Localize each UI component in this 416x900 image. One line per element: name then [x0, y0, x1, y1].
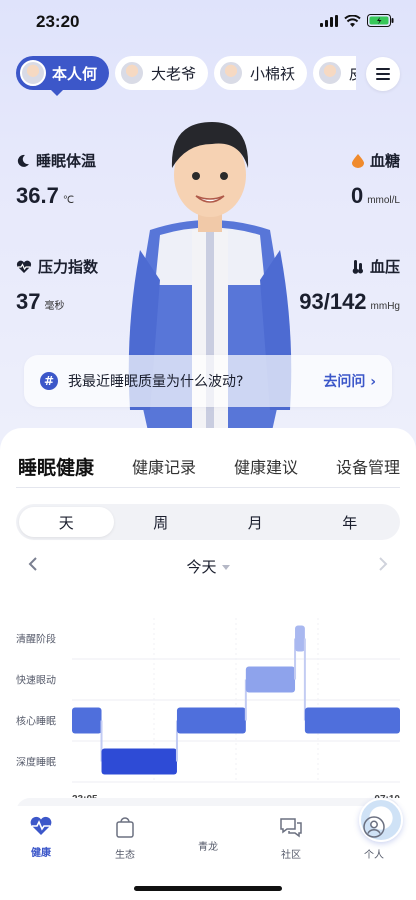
tab-sleep-health[interactable]: 睡眠健康: [18, 453, 94, 480]
section-tabs: 睡眠健康 健康记录 健康建议 设备管理: [18, 446, 400, 486]
stage-label: 清醒阶段: [16, 633, 56, 646]
chevron-right-icon[interactable]: [378, 556, 388, 572]
stage-label: 深度睡眠: [16, 756, 56, 769]
nav-health[interactable]: 健康: [6, 816, 76, 859]
metric-label: 血压: [369, 258, 400, 276]
nav-label: 青龙: [198, 842, 218, 853]
nav-profile[interactable]: 个人: [339, 816, 409, 861]
metric-label: 血糖: [369, 152, 400, 170]
date-dropdown[interactable]: 今天: [16, 556, 400, 577]
period-selector: 天 周 月 年: [16, 504, 400, 540]
member-name: 皮夹: [349, 63, 356, 84]
signal-icon: [320, 14, 338, 27]
member-name: 大老爷: [151, 64, 197, 83]
metric-blood-pressure[interactable]: 血压 93/142 mmHg: [299, 256, 400, 315]
nav-ecosystem[interactable]: 生态: [90, 816, 160, 861]
tabs-divider: [16, 487, 400, 488]
avatar: [119, 60, 146, 86]
avatar: [20, 60, 46, 86]
home-indicator: [134, 886, 282, 891]
stage-label: 快速眼动: [16, 675, 56, 687]
metric-value: 93/142: [299, 289, 367, 314]
nav-label: 健康: [31, 848, 51, 859]
thermometer-icon: [352, 259, 363, 274]
member-name: 小棉袄: [250, 64, 296, 83]
drop-icon: [351, 153, 364, 168]
member-switcher: 本人何 大老爷 小棉袄 皮夹: [16, 56, 356, 92]
member-chip-self[interactable]: 本人何: [16, 56, 110, 90]
ask-question-bar[interactable]: # 我最近睡眠质量为什么波动? 去问问 ›: [24, 355, 392, 407]
sleep-segment: [72, 707, 102, 734]
metric-label: 压力指数: [38, 258, 99, 276]
metric-value: 37: [16, 289, 41, 314]
sleep-segment: [245, 666, 296, 693]
avatar: [317, 60, 344, 86]
nav-qinglong[interactable]: 青龙: [173, 798, 403, 853]
ask-link-label: 去问问: [323, 374, 366, 390]
metric-value: 36.7: [16, 183, 59, 208]
member-chip-pijia[interactable]: 皮夹: [313, 56, 356, 90]
chat-icon: [280, 818, 302, 838]
moon-icon: [17, 154, 29, 167]
active-chip-caret: [50, 89, 64, 96]
metric-value: 0: [350, 183, 364, 208]
period-month[interactable]: 月: [208, 507, 303, 537]
caret-down-icon: [221, 565, 230, 570]
nav-label: 个人: [364, 850, 384, 861]
status-bar: 23:20: [0, 0, 416, 44]
hashtag-icon: #: [40, 372, 58, 390]
sleep-segment: [176, 707, 246, 734]
bag-icon: [116, 817, 134, 838]
nav-community[interactable]: 社区: [256, 816, 326, 861]
heart-pulse-icon: [30, 816, 52, 835]
tab-device-management[interactable]: 设备管理: [336, 454, 400, 478]
sleep-segment: [101, 748, 177, 775]
profile-header: 23:20 本人何 大老爷 小棉袄 睡眠体温 36.7 ℃ 血糖 0 mmol/…: [0, 0, 416, 470]
menu-icon: [376, 68, 390, 80]
period-day[interactable]: 天: [19, 507, 114, 537]
metric-label: 睡眠体温: [36, 152, 97, 170]
sleep-stage-chart: 清醒阶段快速眼动核心睡眠深度睡眠23:0507:10: [16, 618, 400, 798]
period-week[interactable]: 周: [114, 507, 209, 537]
heart-pulse-icon: [16, 260, 32, 273]
status-time: 23:20: [36, 12, 80, 31]
metric-unit: 毫秒: [44, 301, 65, 312]
nav-label: 社区: [281, 850, 301, 861]
stage-transition: [303, 638, 306, 721]
ask-link[interactable]: 去问问 ›: [323, 371, 376, 391]
member-chip-grandpa[interactable]: 大老爷: [115, 56, 209, 90]
period-year[interactable]: 年: [303, 507, 398, 537]
metric-unit: ℃: [62, 195, 75, 206]
stage-label: 核心睡眠: [16, 715, 56, 728]
ask-question-text: 我最近睡眠质量为什么波动?: [68, 374, 244, 390]
status-icons: [320, 14, 394, 27]
tab-health-advice[interactable]: 健康建议: [234, 454, 298, 478]
metric-unit: mmHg: [370, 301, 400, 312]
nav-label: 生态: [115, 850, 135, 861]
sleep-segment: [304, 707, 400, 734]
date-label: 今天: [186, 558, 217, 576]
avatar: [218, 60, 245, 86]
member-name: 本人何: [52, 64, 98, 83]
metric-sleep-temp[interactable]: 睡眠体温 36.7 ℃: [16, 150, 96, 209]
date-navigator: 今天: [16, 552, 400, 582]
metric-unit: mmol/L: [367, 195, 400, 206]
menu-button[interactable]: [366, 57, 400, 91]
metric-stress[interactable]: 压力指数 37 毫秒: [16, 256, 98, 315]
person-icon: [363, 816, 385, 838]
metric-blood-sugar[interactable]: 血糖 0 mmol/L: [351, 150, 400, 209]
sleep-segment: [295, 625, 305, 652]
battery-icon: [367, 14, 394, 27]
wifi-icon: [344, 14, 361, 27]
tab-health-records[interactable]: 健康记录: [132, 454, 196, 478]
chevron-right-icon: ›: [370, 374, 376, 390]
member-chip-daughter[interactable]: 小棉袄: [214, 56, 308, 90]
